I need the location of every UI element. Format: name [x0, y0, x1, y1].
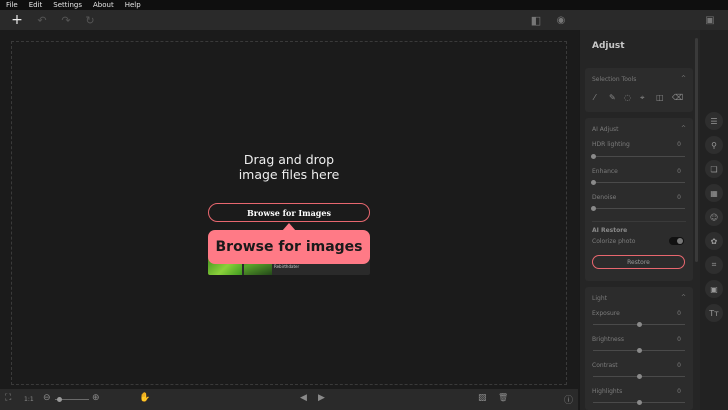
slider-knob[interactable]	[591, 154, 596, 159]
enhance-slider[interactable]	[591, 180, 685, 185]
redo-icon[interactable]: ↷	[59, 13, 73, 27]
eraser-tool-icon[interactable]: ⌫	[672, 93, 683, 102]
colorize-toggle[interactable]	[669, 237, 684, 245]
contrast-value: 0	[677, 362, 681, 369]
brightness-label: Brightness	[592, 336, 624, 343]
drop-text-line1: Drag and drop	[243, 152, 335, 167]
adjust-panel: Adjust Selection Tools ^ ⁄ ✎ ◌ ⌖ ◫ ⌫ AI …	[579, 30, 700, 410]
exposure-slider[interactable]	[593, 322, 685, 327]
tool-rail: ☰ ⚲ ❏ ▦ ☺ ✿ ⌗ ▣ Tт	[700, 30, 728, 410]
color-icon[interactable]: ✿	[705, 232, 723, 250]
section-title[interactable]: Selection Tools	[592, 76, 636, 83]
highlights-label: Highlights	[592, 388, 623, 395]
refresh-icon[interactable]: ↻	[83, 13, 97, 27]
hdr-lighting-slider[interactable]	[591, 154, 685, 159]
menu-edit[interactable]: Edit	[23, 1, 48, 9]
lasso-tool-icon[interactable]: ◌	[624, 93, 631, 102]
bottom-bar: ⛶ 1:1 ⊖ ⊕ ✋ ◀ ▶ ▨ 🗑 ⓘ	[0, 389, 578, 410]
browse-tooltip: Browse for images	[208, 230, 370, 264]
menu-help[interactable]: Help	[119, 1, 146, 9]
drop-text-line2: image files here	[238, 167, 340, 182]
next-image-icon[interactable]: ▶	[318, 393, 325, 403]
browse-images-button[interactable]: Browse for Images	[208, 203, 370, 222]
info-icon[interactable]: ⓘ	[564, 393, 573, 406]
compare-icon[interactable]: ◧	[529, 13, 543, 27]
layers-icon[interactable]: ❏	[705, 160, 723, 178]
preview-eye-icon[interactable]: ◉	[554, 13, 568, 27]
divider	[592, 221, 686, 222]
sliders-icon[interactable]: ☰	[705, 112, 723, 130]
zoom-in-icon[interactable]: ⊕	[92, 393, 100, 403]
highlights-value: 0	[677, 388, 681, 395]
ai-restore-title: AI Restore	[592, 227, 628, 234]
zoom-slider-knob[interactable]	[57, 397, 62, 402]
chevron-up-icon[interactable]: ^	[681, 294, 686, 301]
colorize-label: Colorize photo	[592, 238, 636, 245]
denoise-value: 0	[677, 194, 681, 201]
menu-file[interactable]: File	[0, 1, 23, 9]
highlights-slider[interactable]	[593, 400, 685, 405]
ai-adjust-section: AI Adjust ^ HDR lighting 0 Enhance 0 Den…	[585, 118, 693, 281]
menu-bar: File Edit Settings About Help	[0, 0, 728, 10]
slider-knob[interactable]	[637, 322, 642, 327]
menu-settings[interactable]: Settings	[47, 1, 87, 9]
crop-icon[interactable]: ⌗	[705, 256, 723, 274]
line-tool-icon[interactable]: ⁄	[594, 93, 595, 102]
contrast-slider[interactable]	[593, 374, 685, 379]
slider-knob[interactable]	[637, 348, 642, 353]
toolbar: + ↶ ↷ ↻ ◧ ◉ ▣	[0, 10, 728, 30]
slider-knob[interactable]	[637, 374, 642, 379]
light-section: Light ^ Exposure 0 Brightness 0 Contrast…	[585, 287, 693, 410]
previous-image-icon[interactable]: ◀	[300, 393, 307, 403]
chevron-up-icon[interactable]: ^	[681, 75, 686, 82]
menu-about[interactable]: About	[87, 1, 119, 9]
denoise-slider[interactable]	[591, 206, 685, 211]
image-icon[interactable]: ▨	[478, 393, 487, 403]
zoom-slider[interactable]	[55, 397, 89, 402]
panel-scrollbar[interactable]	[695, 38, 698, 262]
slider-knob[interactable]	[591, 206, 596, 211]
hdr-lighting-label: HDR lighting	[592, 141, 630, 148]
enhance-label: Enhance	[592, 168, 618, 175]
delete-icon[interactable]: 🗑	[498, 393, 508, 402]
canvas-area: Drag and drop image files here Browse fo…	[0, 30, 578, 389]
drop-instructions: Drag and drop image files here	[0, 152, 578, 182]
sample-label: Rebirthdater	[274, 264, 300, 269]
hdr-lighting-value: 0	[677, 141, 681, 148]
exposure-value: 0	[677, 310, 681, 317]
undo-icon[interactable]: ↶	[35, 13, 49, 27]
hand-tool-icon[interactable]: ✋	[139, 393, 150, 403]
panel-title: Adjust	[592, 41, 625, 51]
section-title[interactable]: Light	[592, 295, 607, 302]
chevron-up-icon[interactable]: ^	[681, 125, 686, 132]
frame-icon[interactable]: ▣	[705, 280, 723, 298]
contrast-label: Contrast	[592, 362, 618, 369]
brush-tool-icon[interactable]: ✎	[609, 93, 616, 102]
section-title[interactable]: AI Adjust	[592, 126, 619, 133]
selection-tools-section: Selection Tools ^ ⁄ ✎ ◌ ⌖ ◫ ⌫	[585, 68, 693, 112]
texture-icon[interactable]: ▦	[705, 184, 723, 202]
text-icon[interactable]: Tт	[705, 304, 723, 322]
restore-button[interactable]: Restore	[592, 255, 685, 269]
brightness-slider[interactable]	[593, 348, 685, 353]
face-icon[interactable]: ☺	[705, 208, 723, 226]
slider-knob[interactable]	[637, 400, 642, 405]
save-icon[interactable]: ▣	[703, 13, 717, 27]
slider-knob[interactable]	[591, 180, 596, 185]
rectangle-tool-icon[interactable]: ◫	[656, 93, 664, 102]
exposure-label: Exposure	[592, 310, 620, 317]
denoise-label: Denoise	[592, 194, 617, 201]
toggle-knob	[677, 238, 683, 244]
actual-size-button[interactable]: 1:1	[24, 396, 34, 403]
polygon-tool-icon[interactable]: ⌖	[640, 93, 645, 103]
fit-screen-icon[interactable]: ⛶	[5, 393, 11, 403]
add-icon[interactable]: +	[10, 12, 24, 28]
person-icon[interactable]: ⚲	[705, 136, 723, 154]
enhance-value: 0	[677, 168, 681, 175]
zoom-out-icon[interactable]: ⊖	[43, 393, 51, 403]
brightness-value: 0	[677, 336, 681, 343]
